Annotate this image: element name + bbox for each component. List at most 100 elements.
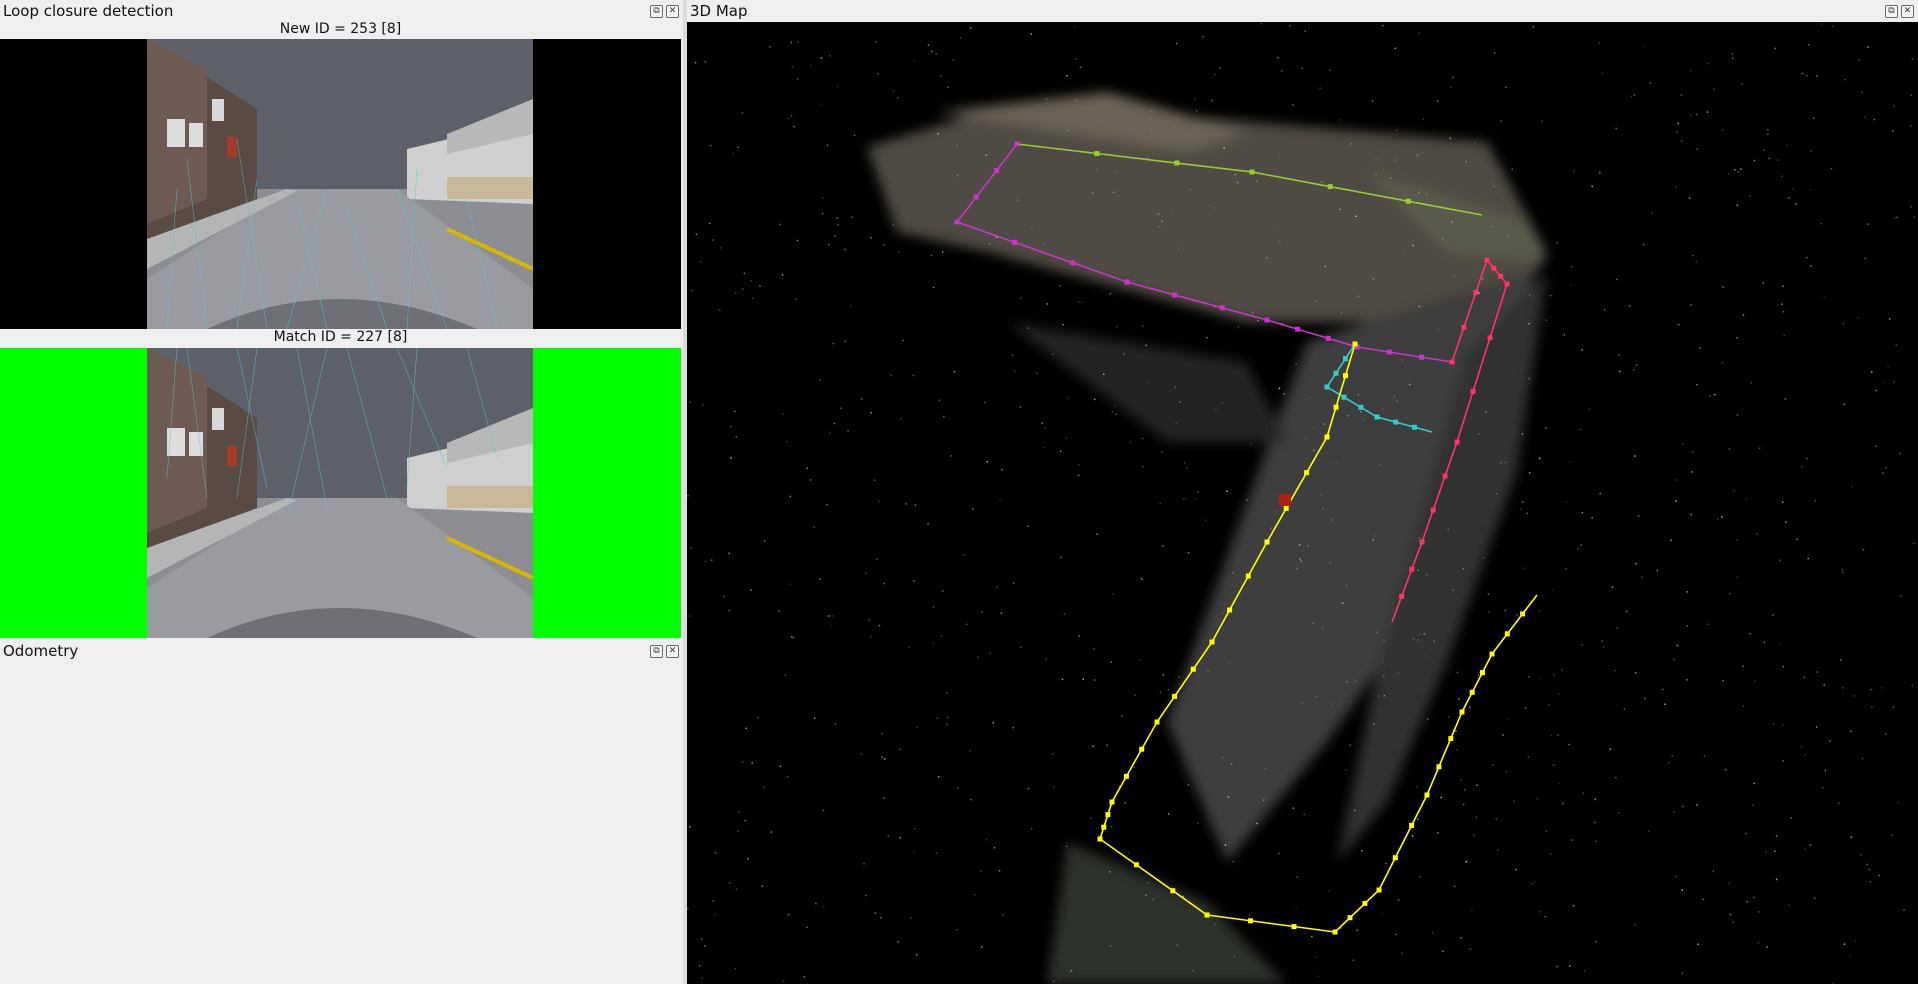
cloud-point bbox=[887, 835, 890, 837]
cloud-point bbox=[1488, 611, 1490, 613]
cloud-point bbox=[883, 582, 885, 585]
cloud-point bbox=[912, 374, 915, 377]
cloud-point bbox=[1059, 285, 1061, 287]
cloud-point bbox=[1858, 59, 1860, 61]
cloud-point bbox=[1911, 58, 1914, 60]
float-icon[interactable]: ⧉ bbox=[650, 644, 663, 658]
trajectory-node bbox=[1461, 324, 1467, 330]
cloud-point bbox=[1862, 549, 1865, 551]
cloud-point bbox=[1511, 168, 1513, 171]
odometry-titlebar[interactable]: Odometry ⧉ ✕ bbox=[0, 640, 683, 662]
cloud-point bbox=[1892, 706, 1895, 709]
cloud-point bbox=[877, 73, 880, 75]
cloud-point bbox=[1595, 940, 1598, 943]
cloud-point bbox=[1346, 681, 1348, 683]
cloud-point bbox=[1722, 286, 1724, 289]
cloud-point bbox=[1455, 730, 1457, 732]
cloud-point bbox=[1824, 769, 1826, 772]
trajectory-node bbox=[1170, 888, 1176, 894]
trajectory-node bbox=[1347, 915, 1353, 921]
trajectory-node bbox=[1459, 709, 1465, 715]
cloud-point bbox=[1675, 875, 1677, 878]
cloud-point bbox=[1063, 613, 1066, 615]
cloud-point bbox=[1849, 954, 1852, 957]
cloud-point bbox=[1206, 337, 1208, 339]
cloud-point bbox=[1094, 398, 1096, 401]
cloud-point bbox=[1372, 278, 1375, 280]
cloud-point bbox=[1192, 969, 1194, 972]
cloud-point bbox=[1516, 614, 1518, 616]
cloud-point bbox=[972, 508, 974, 510]
trajectory-node bbox=[1248, 918, 1253, 924]
cloud-point bbox=[834, 723, 837, 725]
cloud-point bbox=[699, 260, 702, 263]
cloud-point bbox=[1448, 716, 1450, 718]
cloud-point bbox=[1374, 534, 1376, 537]
cloud-point bbox=[1279, 240, 1281, 242]
trajectory-node bbox=[1190, 666, 1196, 672]
cloud-point bbox=[1591, 185, 1593, 188]
cloud-point bbox=[704, 61, 707, 63]
cloud-point bbox=[1215, 409, 1217, 411]
cloud-point bbox=[1850, 730, 1852, 733]
float-icon[interactable]: ⧉ bbox=[650, 4, 663, 18]
cloud-point bbox=[1183, 498, 1185, 500]
cloud-point bbox=[898, 251, 900, 253]
cloud-point bbox=[1712, 870, 1714, 873]
cloud-point bbox=[1808, 44, 1810, 46]
cloud-point bbox=[1223, 147, 1225, 149]
cloud-point bbox=[1082, 678, 1085, 680]
cloud-point bbox=[1246, 499, 1248, 501]
cloud-point bbox=[1549, 853, 1552, 855]
cloud-point bbox=[719, 309, 721, 311]
map3d-titlebar[interactable]: 3D Map ⧉ ✕ bbox=[687, 0, 1918, 22]
cloud-point bbox=[914, 504, 917, 506]
cloud-point bbox=[1809, 189, 1812, 191]
cloud-point bbox=[996, 586, 998, 589]
cloud-point bbox=[847, 430, 849, 432]
cloud-point bbox=[744, 820, 746, 822]
cloud-point bbox=[1507, 718, 1509, 721]
cloud-point bbox=[793, 125, 795, 128]
cloud-point bbox=[1644, 697, 1646, 700]
match-image-view[interactable] bbox=[0, 348, 681, 638]
cloud-point bbox=[1311, 935, 1313, 938]
cloud-point bbox=[1350, 143, 1352, 145]
loop-closure-titlebar[interactable]: Loop closure detection ⧉ ✕ bbox=[0, 0, 683, 22]
cloud-point bbox=[1186, 467, 1188, 469]
cloud-point bbox=[1767, 128, 1769, 131]
cloud-point bbox=[712, 239, 714, 241]
cloud-point bbox=[1615, 127, 1617, 130]
cloud-point bbox=[809, 479, 812, 481]
cloud-point bbox=[878, 500, 880, 503]
cloud-point bbox=[1594, 798, 1596, 801]
cloud-point bbox=[830, 624, 833, 627]
cloud-point bbox=[1737, 171, 1740, 173]
cloud-point bbox=[1383, 694, 1386, 697]
cloud-point bbox=[1728, 173, 1730, 175]
new-image-view[interactable] bbox=[0, 39, 681, 329]
cloud-point bbox=[784, 674, 787, 676]
close-icon[interactable]: ✕ bbox=[666, 644, 679, 658]
cloud-point bbox=[1145, 894, 1147, 897]
close-icon[interactable]: ✕ bbox=[666, 4, 679, 18]
close-icon[interactable]: ✕ bbox=[1901, 4, 1914, 18]
cloud-point bbox=[1545, 319, 1547, 321]
street-scene-graphic bbox=[147, 39, 533, 329]
cloud-point bbox=[938, 776, 940, 778]
cloud-point bbox=[1093, 648, 1095, 650]
trajectory-node bbox=[1411, 424, 1417, 430]
cloud-point bbox=[1888, 318, 1891, 320]
cloud-point bbox=[1680, 94, 1683, 96]
cloud-point bbox=[1635, 672, 1637, 674]
map3d-viewport[interactable] bbox=[687, 22, 1918, 984]
cloud-point bbox=[1194, 498, 1197, 500]
cloud-point bbox=[947, 86, 949, 88]
float-icon[interactable]: ⧉ bbox=[1885, 4, 1898, 18]
cloud-point bbox=[1871, 706, 1873, 708]
cloud-point bbox=[1790, 817, 1792, 819]
cloud-point bbox=[1112, 191, 1115, 194]
cloud-point bbox=[750, 589, 752, 591]
trajectory-node bbox=[1374, 414, 1380, 420]
cloud-point bbox=[1579, 428, 1582, 431]
